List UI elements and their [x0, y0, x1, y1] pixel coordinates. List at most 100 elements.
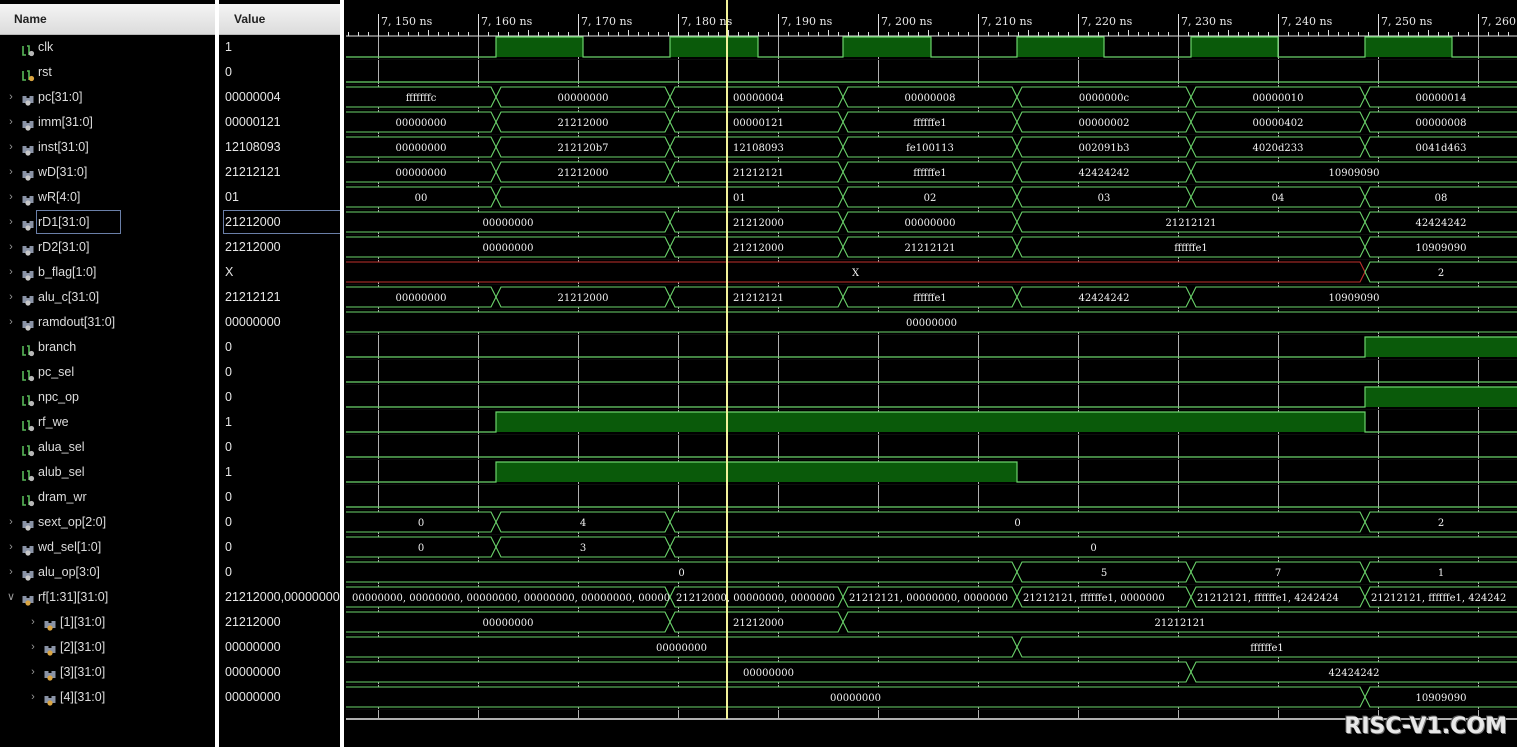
bit-signal-icon	[22, 466, 35, 481]
signal-row[interactable]: › b_flag[1:0]	[0, 260, 215, 285]
bus-value-label: ffffffe1	[913, 168, 947, 179]
signal-row[interactable]: › ramdout[31:0]	[0, 310, 215, 335]
signal-value: 0	[225, 339, 232, 354]
signal-row[interactable]: › rD2[31:0]	[0, 235, 215, 260]
bus-value-label: 21212000	[558, 168, 609, 179]
signal-row[interactable]: alua_sel	[0, 435, 215, 460]
expand-chevron-icon[interactable]: ›	[28, 610, 38, 635]
bit-signal-icon	[22, 341, 35, 356]
bus-value-label: 42424242	[1079, 168, 1130, 179]
bus-value-label: 00	[415, 193, 428, 204]
signal-row[interactable]: › rD1[31:0]	[0, 209, 215, 235]
time-label: 7, 210 ns	[981, 15, 1033, 28]
expand-chevron-icon[interactable]: ›	[6, 510, 16, 535]
expand-chevron-icon[interactable]: ›	[6, 235, 16, 260]
signal-name: wD[31:0]	[38, 164, 88, 179]
time-label: 7, 240 ns	[1281, 15, 1333, 28]
bus-value-label: 4	[580, 518, 586, 529]
expand-chevron-icon[interactable]: ›	[6, 560, 16, 585]
expand-chevron-icon[interactable]: ›	[6, 85, 16, 110]
bus-value-label: 21212121	[905, 243, 956, 254]
signal-row[interactable]: rf_we	[0, 410, 215, 435]
expand-chevron-icon[interactable]: ›	[6, 310, 16, 335]
signal-row[interactable]: › [3][31:0]	[0, 660, 215, 685]
bus-icon	[22, 166, 35, 181]
bus-value-label: 21212121	[733, 293, 784, 304]
waveform-canvas[interactable]: 7, 150 ns 7, 160 ns 7, 170 ns 7, 180 ns 7, 1…	[346, 0, 1517, 747]
bus-value-label: 0	[418, 543, 424, 554]
bus-value-label: ffffffe1	[1174, 243, 1208, 254]
expand-chevron-icon[interactable]: ›	[6, 160, 16, 185]
signal-row[interactable]: › wd_sel[1:0]	[0, 535, 215, 560]
signal-row[interactable]: › alu_c[31:0]	[0, 285, 215, 310]
bit-high-fill	[496, 37, 583, 57]
bus-value-label: 04	[1272, 193, 1285, 204]
expand-chevron-icon[interactable]: ›	[6, 135, 16, 160]
signal-value: 12108093	[225, 139, 281, 154]
signal-value: X	[225, 264, 234, 279]
bus-value-label: 00000000	[396, 143, 447, 154]
bit-signal-icon	[22, 416, 35, 431]
signal-row[interactable]: › [4][31:0]	[0, 685, 215, 710]
bus-value-label: 2	[1438, 268, 1444, 279]
signal-value: 21212121	[225, 164, 281, 179]
panel-divider[interactable]	[340, 0, 344, 747]
collapse-chevron-icon[interactable]: ∨	[6, 585, 16, 610]
bit-signal-icon	[22, 491, 35, 506]
signal-row[interactable]: › imm[31:0]	[0, 110, 215, 135]
signal-row[interactable]: npc_op	[0, 385, 215, 410]
bus-value-label: 21212121, 00000000, 0000000	[849, 593, 1008, 604]
signal-value: 0	[225, 439, 232, 454]
signal-name: alu_op[3:0]	[38, 564, 100, 579]
signal-name: rD2[31:0]	[38, 239, 90, 254]
bus-value-label: 21212121	[1166, 218, 1217, 229]
time-label: 7, 150 ns	[381, 15, 433, 28]
signal-row[interactable]: pc_sel	[0, 360, 215, 385]
signal-row[interactable]: › [1][31:0]	[0, 610, 215, 635]
signal-value: 0	[225, 514, 232, 529]
bus-value-label: 2	[1438, 518, 1444, 529]
expand-chevron-icon[interactable]: ›	[6, 260, 16, 285]
signal-row[interactable]: › wR[4:0]	[0, 185, 215, 210]
signal-name: alu_c[31:0]	[38, 289, 100, 304]
signal-row[interactable]: › [2][31:0]	[0, 635, 215, 660]
signal-name: sext_op[2:0]	[38, 514, 107, 529]
signal-row[interactable]: › alu_op[3:0]	[0, 560, 215, 585]
signal-row[interactable]: ∨ rf[1:31][31:0]	[0, 585, 215, 610]
bit-signal-icon	[22, 441, 35, 456]
signal-row[interactable]: › pc[31:0]	[0, 85, 215, 110]
signal-row[interactable]: rst	[0, 60, 215, 85]
signal-row[interactable]: clk	[0, 35, 215, 60]
expand-chevron-icon[interactable]: ›	[28, 685, 38, 710]
signal-row[interactable]: dram_wr	[0, 485, 215, 510]
expand-chevron-icon[interactable]: ›	[6, 110, 16, 135]
bit-waveform	[346, 336, 1517, 358]
signal-row[interactable]: › sext_op[2:0]	[0, 510, 215, 535]
bus-value-label: 02	[924, 193, 937, 204]
time-label: 7, 250 ns	[1381, 15, 1433, 28]
expand-chevron-icon[interactable]: ›	[6, 535, 16, 560]
bus-value-label: 21212000	[733, 618, 784, 629]
bus-icon	[22, 316, 35, 331]
bus-value-label: fe100113	[906, 143, 954, 154]
bit-signal-icon	[22, 391, 35, 406]
expand-chevron-icon[interactable]: ›	[28, 660, 38, 685]
waveform-panel[interactable]: 7, 150 ns 7, 160 ns 7, 170 ns 7, 180 ns 7, 1…	[346, 0, 1517, 747]
name-column-header[interactable]: Name	[0, 4, 215, 35]
signal-name: wR[4:0]	[38, 189, 81, 204]
expand-chevron-icon[interactable]: ›	[6, 185, 16, 210]
signal-row[interactable]: branch	[0, 335, 215, 360]
signal-row[interactable]: alub_sel	[0, 460, 215, 485]
signal-name: b_flag[1:0]	[38, 264, 97, 279]
signal-row[interactable]: › inst[31:0]	[0, 135, 215, 160]
signal-row[interactable]: › wD[31:0]	[0, 160, 215, 185]
expand-chevron-icon[interactable]: ›	[6, 285, 16, 310]
bus-value-label: 00000010	[1253, 93, 1304, 104]
bus-value-label: 03	[1098, 193, 1111, 204]
signal-value: 21212121	[225, 289, 281, 304]
expand-chevron-icon[interactable]: ›	[6, 210, 16, 235]
value-column-header[interactable]: Value	[219, 4, 340, 35]
expand-chevron-icon[interactable]: ›	[28, 635, 38, 660]
signal-name: [3][31:0]	[60, 664, 106, 679]
bus-icon	[22, 116, 35, 131]
